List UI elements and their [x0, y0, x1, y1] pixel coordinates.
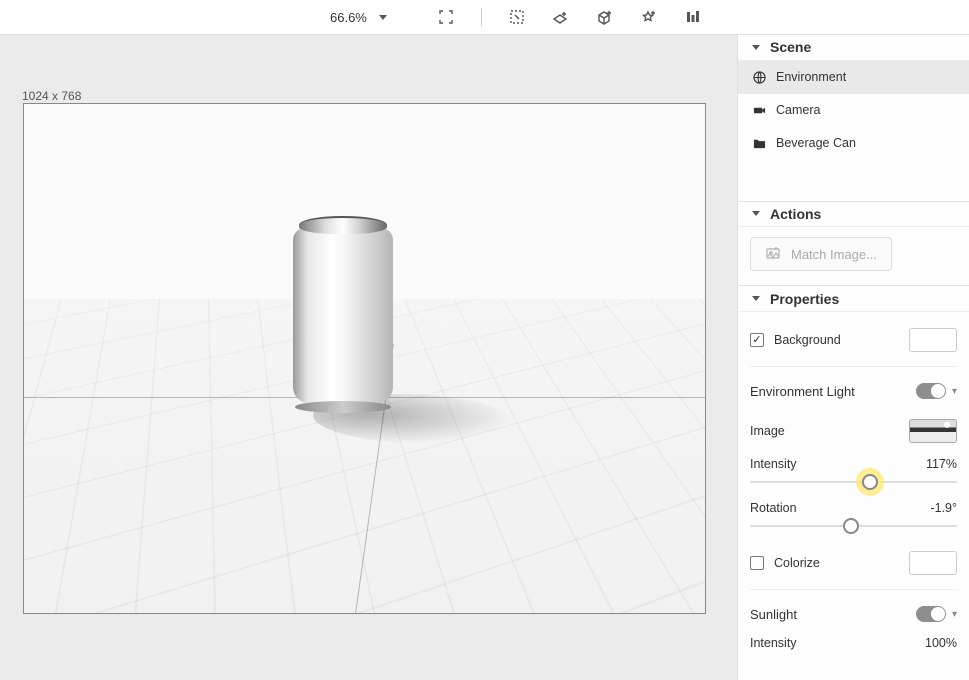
rotation-value[interactable]: -1.9°: [930, 501, 957, 515]
chevron-down-icon[interactable]: ▾: [952, 386, 957, 397]
sun-intensity-value[interactable]: 100%: [925, 636, 957, 650]
scene-item-beverage-can[interactable]: Beverage Can: [738, 127, 969, 160]
globe-icon: [752, 70, 766, 84]
image-row: Image: [750, 409, 957, 453]
match-image-label: Match Image...: [791, 247, 877, 262]
rotation-slider-knob[interactable]: [843, 518, 859, 534]
sunlight-label: Sunlight: [750, 607, 797, 622]
image-label: Image: [750, 424, 785, 438]
render-icon[interactable]: [684, 8, 702, 26]
intensity-label: Intensity: [750, 457, 797, 471]
frame-marquee-icon[interactable]: [508, 8, 526, 26]
scene-title: Scene: [770, 39, 811, 55]
fit-screen-icon[interactable]: [437, 8, 455, 26]
top-toolbar: 66.6%: [0, 0, 969, 35]
panel-header-properties[interactable]: Properties: [738, 286, 969, 312]
scene-item-label: Camera: [776, 103, 820, 117]
zoom-control[interactable]: 66.6%: [330, 10, 387, 25]
right-panel: Scene Environment Camera: [737, 35, 969, 680]
env-light-row: Environment Light ▾: [750, 373, 957, 409]
colorize-label: Colorize: [774, 556, 820, 570]
beverage-can-model[interactable]: [293, 216, 393, 411]
sun-intensity-row: Intensity 100%: [750, 632, 957, 650]
folder-icon: [752, 136, 766, 150]
viewport[interactable]: 1024 x 768: [0, 35, 737, 680]
zoom-value: 66.6%: [330, 10, 367, 25]
intensity-value[interactable]: 117%: [926, 457, 957, 471]
env-light-toggle[interactable]: [916, 383, 946, 399]
colorize-color-swatch[interactable]: [909, 551, 957, 575]
chevron-down-icon: [752, 211, 760, 216]
scene-item-camera[interactable]: Camera: [738, 94, 969, 127]
add-plane-icon[interactable]: [552, 8, 570, 26]
chevron-down-icon: [752, 296, 760, 301]
rotation-slider[interactable]: [750, 525, 957, 527]
background-color-swatch[interactable]: [909, 328, 957, 352]
rotation-label: Rotation: [750, 501, 797, 515]
camera-icon: [752, 103, 766, 117]
chevron-down-icon: [379, 15, 387, 20]
scene-item-environment[interactable]: Environment: [738, 61, 969, 94]
canvas-3d[interactable]: [23, 103, 706, 614]
background-row: Background: [750, 318, 957, 362]
add-cube-icon[interactable]: [596, 8, 614, 26]
match-image-button[interactable]: Match Image...: [750, 237, 892, 271]
rotation-slider-row: Rotation -1.9°: [750, 497, 957, 541]
sunlight-row: Sunlight ▾: [750, 596, 957, 632]
intensity-slider-row: Intensity 117%: [750, 453, 957, 497]
sunlight-toggle[interactable]: [916, 606, 946, 622]
background-checkbox[interactable]: [750, 333, 764, 347]
panel-header-actions[interactable]: Actions: [738, 202, 969, 228]
add-star-icon[interactable]: [640, 8, 658, 26]
chevron-down-icon: [752, 45, 760, 50]
sun-intensity-label: Intensity: [750, 636, 797, 650]
match-image-icon: [765, 245, 781, 264]
toolbar-separator: [481, 8, 482, 26]
scene-item-label: Environment: [776, 70, 846, 84]
env-light-label: Environment Light: [750, 384, 855, 399]
canvas-size-label: 1024 x 768: [22, 89, 81, 103]
panel-header-scene[interactable]: Scene: [738, 35, 969, 61]
colorize-checkbox[interactable]: [750, 556, 764, 570]
intensity-slider[interactable]: [750, 481, 957, 483]
intensity-slider-knob[interactable]: [862, 474, 878, 490]
background-label: Background: [774, 333, 841, 347]
env-image-swatch[interactable]: [909, 419, 957, 443]
actions-title: Actions: [770, 206, 821, 222]
properties-title: Properties: [770, 291, 839, 307]
scene-item-label: Beverage Can: [776, 136, 856, 150]
colorize-row: Colorize: [750, 541, 957, 585]
scene-list: Environment Camera Beverage Can: [738, 61, 969, 160]
chevron-down-icon[interactable]: ▾: [952, 609, 957, 620]
